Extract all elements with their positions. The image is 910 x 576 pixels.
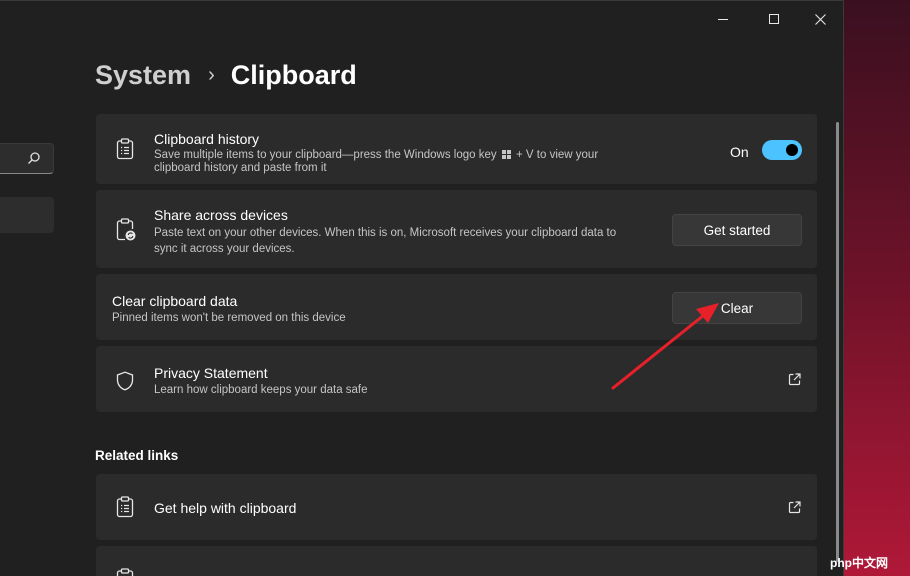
- privacy-statement-description: Learn how clipboard keeps your data safe: [154, 384, 368, 396]
- clipboard-list-icon: [116, 568, 134, 576]
- related-link-label: Get help with clipboard: [154, 500, 297, 516]
- settings-window: System › Clipboard Clipboard history Sav…: [0, 0, 844, 576]
- external-link-icon: [788, 373, 801, 386]
- share-devices-title: Share across devices: [154, 207, 288, 223]
- page-title: Clipboard: [230, 60, 357, 90]
- related-link-partial[interactable]: [96, 546, 817, 576]
- maximize-icon: [769, 14, 779, 24]
- get-started-button[interactable]: Get started: [672, 214, 802, 246]
- clear-clipboard-title: Clear clipboard data: [112, 293, 238, 309]
- nav-item-selected[interactable]: [0, 197, 54, 233]
- settings-search-input[interactable]: [0, 143, 54, 174]
- shield-icon: [116, 371, 134, 391]
- clipboard-list-icon: [116, 138, 134, 160]
- scrollbar[interactable]: [836, 122, 839, 562]
- clipboard-history-desc-line1: Save multiple items to your clipboard—pr…: [154, 149, 497, 161]
- breadcrumb: System › Clipboard: [95, 60, 357, 91]
- toggle-knob: [786, 144, 798, 156]
- window-top-edge: [0, 0, 844, 1]
- share-devices-desc-line1: Paste text on your other devices. When t…: [154, 227, 617, 239]
- clear-clipboard-description: Pinned items won't be removed on this de…: [112, 312, 346, 324]
- clipboard-history-toggle[interactable]: [762, 140, 802, 160]
- clipboard-history-title: Clipboard history: [154, 131, 260, 147]
- breadcrumb-separator: ›: [208, 64, 215, 86]
- privacy-statement-title: Privacy Statement: [154, 365, 268, 381]
- clipboard-history-description: Save multiple items to your clipboard—pr…: [154, 149, 674, 175]
- watermark: php中文网: [830, 556, 888, 570]
- clipboard-list-icon: [116, 496, 134, 518]
- share-devices-desc-line2: sync it across your devices.: [154, 243, 295, 255]
- external-link-icon: [788, 501, 801, 514]
- share-across-devices-card: Share across devices Paste text on your …: [96, 190, 817, 268]
- maximize-button[interactable]: [751, 6, 797, 32]
- close-icon: [814, 13, 826, 25]
- related-links-heading: Related links: [95, 448, 179, 463]
- search-icon: [28, 152, 40, 164]
- breadcrumb-parent-system[interactable]: System: [95, 60, 191, 91]
- clipboard-sync-icon: [116, 218, 136, 241]
- share-devices-description: Paste text on your other devices. When t…: [154, 225, 674, 257]
- clipboard-history-card: Clipboard history Save multiple items to…: [96, 114, 817, 184]
- clipboard-history-desc-key: + V to view your: [516, 149, 599, 161]
- windows-logo-icon: [501, 150, 511, 159]
- minimize-button[interactable]: [700, 6, 746, 32]
- close-button[interactable]: [797, 6, 843, 32]
- annotation-arrow: [611, 303, 719, 390]
- clipboard-history-toggle-label: On: [730, 144, 749, 160]
- related-link-get-help[interactable]: Get help with clipboard: [96, 474, 817, 540]
- minimize-icon: [718, 18, 728, 20]
- clipboard-history-desc-line2: clipboard history and paste from it: [154, 162, 327, 174]
